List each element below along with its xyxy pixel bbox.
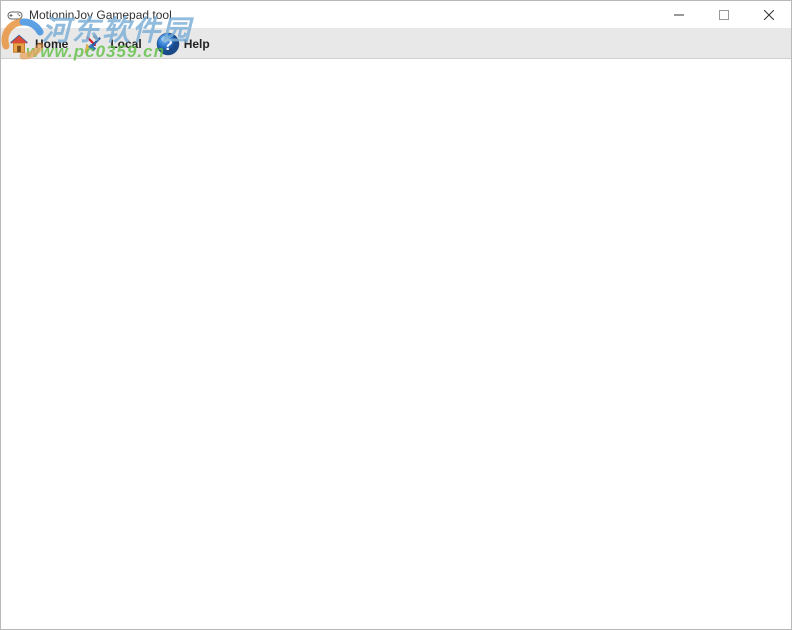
help-button[interactable]: ? Help (156, 32, 210, 56)
minimize-button[interactable] (656, 1, 701, 29)
gamepad-icon (7, 7, 23, 23)
home-icon (7, 32, 31, 56)
toolbar: Home Local (1, 29, 791, 59)
help-icon: ? (156, 32, 180, 56)
window-controls (656, 1, 791, 28)
window-title: MotioninJoy Gamepad tool (29, 8, 172, 22)
help-label: Help (184, 37, 210, 51)
local-button[interactable]: Local (82, 32, 141, 56)
content-area (1, 59, 791, 629)
home-button[interactable]: Home (7, 32, 68, 56)
local-icon (82, 32, 106, 56)
titlebar: MotioninJoy Gamepad tool (1, 1, 791, 29)
local-label: Local (110, 37, 141, 51)
svg-text:?: ? (163, 37, 173, 54)
titlebar-left: MotioninJoy Gamepad tool (7, 7, 172, 23)
maximize-button[interactable] (701, 1, 746, 29)
home-label: Home (35, 37, 68, 51)
close-button[interactable] (746, 1, 791, 29)
